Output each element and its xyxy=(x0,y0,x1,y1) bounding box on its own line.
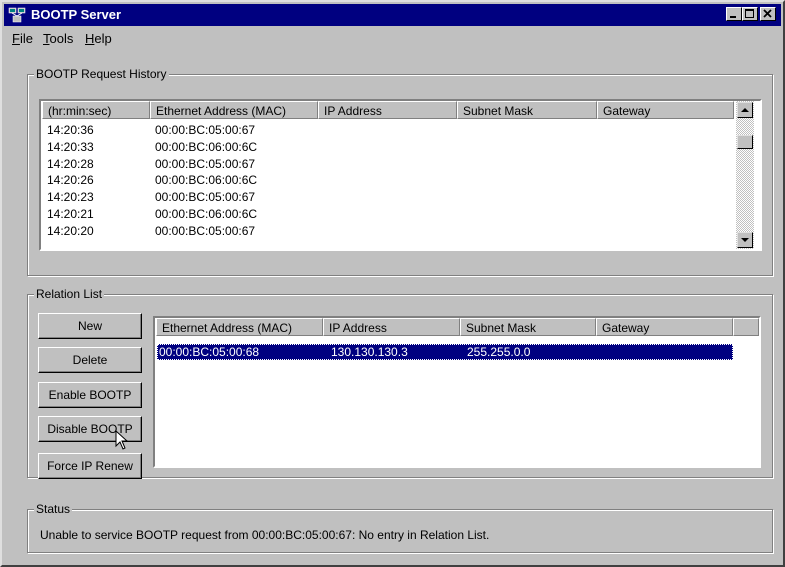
status-group-label: Status xyxy=(34,502,73,516)
menu-tools[interactable]: Tools xyxy=(43,31,73,46)
relation-header-subnet[interactable]: Subnet Mask xyxy=(460,318,596,336)
maximize-icon xyxy=(745,9,754,18)
bootp-server-window: BOOTP Server File Tools Help BOOTP Reque… xyxy=(0,0,785,567)
delete-button[interactable]: Delete xyxy=(38,347,142,373)
history-row[interactable]: 14:20:26 00:00:BC:06:00:6C xyxy=(41,172,731,188)
relation-list[interactable]: Ethernet Address (MAC) IP Address Subnet… xyxy=(153,316,761,468)
scroll-thumb[interactable] xyxy=(737,135,753,149)
minimize-button[interactable] xyxy=(726,7,742,21)
force-ip-renew-button[interactable]: Force IP Renew xyxy=(38,453,142,479)
relation-header-mac[interactable]: Ethernet Address (MAC) xyxy=(156,318,323,336)
new-button[interactable]: New xyxy=(38,313,142,339)
history-header-time[interactable]: (hr:min:sec) xyxy=(42,101,150,119)
menu-file[interactable]: File xyxy=(12,31,33,46)
relation-row[interactable]: 00:00:BC:05:00:68 130.130.130.3 255.255.0.… xyxy=(157,344,733,360)
relation-header-ip[interactable]: IP Address xyxy=(323,318,460,336)
relation-cell-subnet: 255.255.0.0 xyxy=(467,345,531,359)
relation-header-filler xyxy=(733,318,759,336)
history-group-label: BOOTP Request History xyxy=(34,67,169,81)
history-row[interactable]: 14:20:36 00:00:BC:05:00:67 xyxy=(41,122,731,138)
arrow-down-icon xyxy=(741,238,749,242)
enable-bootp-button[interactable]: Enable BOOTP xyxy=(38,382,142,408)
history-cell-time: 14:20:28 xyxy=(47,156,94,171)
history-cell-mac: 00:00:BC:05:00:67 xyxy=(155,156,256,171)
relation-header-gateway[interactable]: Gateway xyxy=(596,318,733,336)
mouse-pointer-icon xyxy=(115,430,129,450)
history-cell-time: 14:20:26 xyxy=(47,173,94,188)
minimize-icon xyxy=(730,16,736,18)
history-cell-mac: 00:00:BC:06:00:6C xyxy=(155,207,258,221)
history-cell-mac: 00:00:BC:05:00:67 xyxy=(155,190,256,205)
close-button[interactable] xyxy=(760,7,776,21)
history-list[interactable]: (hr:min:sec) Ethernet Address (MAC) IP A… xyxy=(39,99,762,251)
scroll-down-button[interactable] xyxy=(737,232,753,248)
history-header-gateway[interactable]: Gateway xyxy=(597,101,734,119)
arrow-up-icon xyxy=(741,108,749,112)
history-cell-time: 14:20:33 xyxy=(47,139,94,154)
history-cell-time: 14:20:23 xyxy=(47,190,94,205)
relation-cell-ip: 130.130.130.3 xyxy=(331,345,408,359)
history-cell-time: 14:20:21 xyxy=(47,207,94,221)
relation-cell-mac: 00:00:BC:05:00:68 xyxy=(159,345,260,359)
title-bar[interactable]: BOOTP Server xyxy=(4,4,781,26)
history-cell-mac: 00:00:BC:06:00:6C xyxy=(155,173,258,188)
close-icon xyxy=(763,9,772,18)
history-row[interactable]: 14:20:23 00:00:BC:05:00:67 xyxy=(41,189,731,205)
history-row[interactable]: 14:20:33 00:00:BC:06:00:6C xyxy=(41,139,731,155)
history-cell-time: 14:20:20 xyxy=(47,223,94,238)
history-cell-mac: 00:00:BC:05:00:67 xyxy=(155,123,256,137)
window-title: BOOTP Server xyxy=(31,7,122,22)
history-cell-time: 14:20:36 xyxy=(47,123,94,137)
maximize-button[interactable] xyxy=(742,7,758,21)
menu-bar: File Tools Help xyxy=(4,28,781,48)
history-scrollbar[interactable] xyxy=(736,101,754,249)
status-text: Unable to service BOOTP request from 00:… xyxy=(40,528,490,542)
history-cell-mac: 00:00:BC:05:00:67 xyxy=(155,223,256,238)
menu-help[interactable]: Help xyxy=(85,31,112,46)
history-header-mac[interactable]: Ethernet Address (MAC) xyxy=(150,101,318,119)
history-row[interactable]: 14:20:20 00:00:BC:05:00:67 xyxy=(41,223,731,239)
scroll-up-button[interactable] xyxy=(737,102,753,118)
history-header-ip[interactable]: IP Address xyxy=(318,101,457,119)
relation-group-label: Relation List xyxy=(34,287,105,301)
history-row[interactable]: 14:20:21 00:00:BC:06:00:6C xyxy=(41,206,731,222)
history-cell-mac: 00:00:BC:06:00:6C xyxy=(155,139,258,154)
network-app-icon xyxy=(8,7,26,23)
history-header-subnet[interactable]: Subnet Mask xyxy=(457,101,597,119)
history-row[interactable]: 14:20:28 00:00:BC:05:00:67 xyxy=(41,156,731,172)
